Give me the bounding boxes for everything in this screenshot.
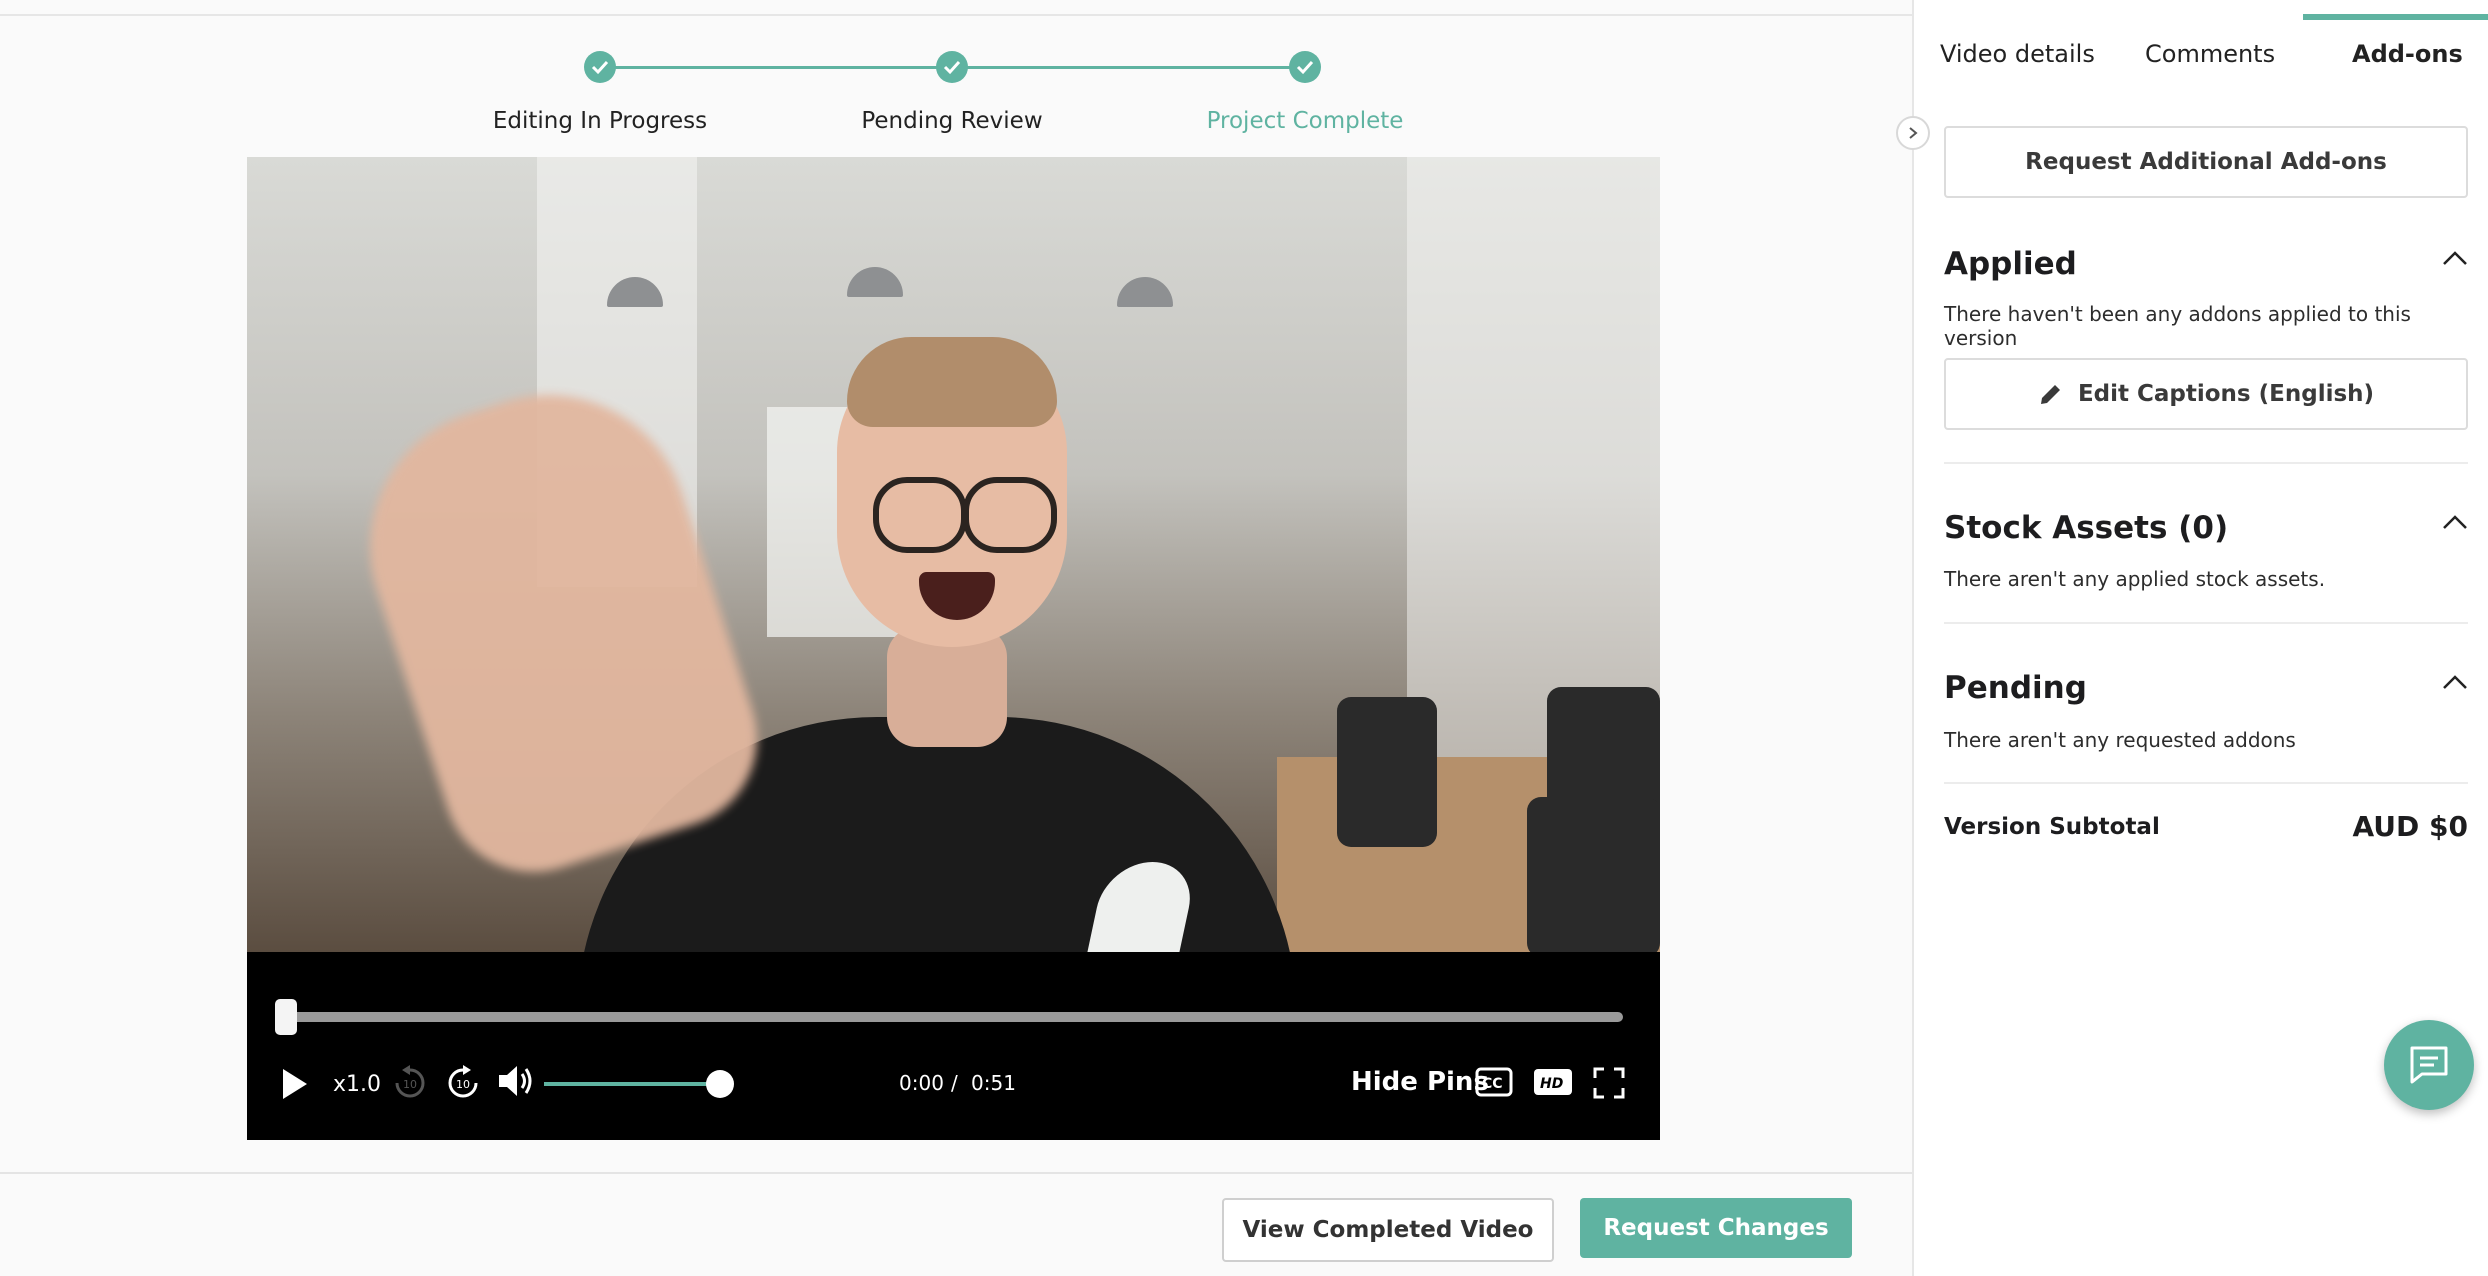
volume-icon[interactable] bbox=[497, 1063, 537, 1103]
volume-handle[interactable] bbox=[706, 1070, 734, 1098]
pending-section-title: Pending bbox=[1944, 670, 2087, 706]
edit-captions-label: Edit Captions (English) bbox=[2077, 381, 2375, 407]
chevron-up-icon[interactable] bbox=[2442, 250, 2468, 270]
step-connector bbox=[954, 66, 1304, 69]
tab-comments[interactable]: Comments bbox=[2145, 40, 2275, 68]
time-separator: / bbox=[951, 1071, 958, 1095]
section-divider bbox=[1944, 782, 2468, 784]
applied-empty-text: There haven't been any addons applied to… bbox=[1944, 302, 2411, 350]
chevron-up-icon[interactable] bbox=[2442, 514, 2468, 534]
edit-captions-button[interactable]: Edit Captions (English) bbox=[1944, 358, 2468, 430]
svg-text:10: 10 bbox=[403, 1078, 417, 1091]
stock-assets-empty-text: There aren't any applied stock assets. bbox=[1944, 567, 2326, 591]
stock-assets-title: Stock Assets (0) bbox=[1944, 510, 2229, 546]
section-divider bbox=[1944, 462, 2468, 464]
view-completed-video-button[interactable]: View Completed Video bbox=[1222, 1198, 1554, 1262]
section-divider bbox=[1944, 622, 2468, 624]
rewind-10-icon[interactable]: 10 bbox=[392, 1065, 428, 1105]
applied-section-title: Applied bbox=[1944, 246, 2077, 282]
hide-pins-button[interactable]: Hide Pins bbox=[1351, 1067, 1489, 1097]
captions-icon[interactable]: CC bbox=[1475, 1067, 1513, 1101]
version-subtotal-label: Version Subtotal bbox=[1944, 814, 2160, 840]
step-label-editing: Editing In Progress bbox=[492, 108, 708, 134]
check-icon bbox=[584, 51, 616, 83]
hd-icon[interactable]: HD bbox=[1533, 1067, 1573, 1101]
step-connector bbox=[600, 66, 954, 69]
duration: 0:51 bbox=[971, 1071, 1016, 1095]
fullscreen-icon[interactable] bbox=[1593, 1067, 1625, 1103]
chat-button[interactable] bbox=[2384, 1020, 2474, 1110]
step-label-pending-review: Pending Review bbox=[861, 108, 1043, 134]
player-controls-overlay: x1.0 10 10 0:00 / 0:51 Hide Pins CC HD bbox=[247, 157, 1660, 1140]
main-area: Editing In Progress Pending Review Proje… bbox=[0, 0, 1912, 1276]
check-icon bbox=[936, 51, 968, 83]
step-label-project-complete: Project Complete bbox=[1206, 108, 1404, 134]
pencil-icon bbox=[2040, 385, 2060, 404]
chat-icon bbox=[2410, 1046, 2448, 1084]
seek-handle[interactable] bbox=[275, 999, 297, 1035]
tab-add-ons[interactable]: Add-ons bbox=[2352, 40, 2463, 68]
footer-divider bbox=[0, 1172, 1912, 1174]
version-subtotal-value: AUD $0 bbox=[2352, 810, 2469, 843]
tab-video-details[interactable]: Video details bbox=[1940, 40, 2095, 68]
active-tab-indicator bbox=[2303, 14, 2488, 20]
progress-stepper: Editing In Progress Pending Review Proje… bbox=[0, 0, 1912, 150]
pending-empty-text: There aren't any requested addons bbox=[1944, 728, 2296, 752]
play-icon[interactable] bbox=[281, 1067, 309, 1105]
volume-slider[interactable] bbox=[544, 1082, 724, 1086]
svg-text:HD: HD bbox=[1540, 1076, 1563, 1092]
request-changes-button[interactable]: Request Changes bbox=[1580, 1198, 1852, 1258]
current-time: 0:00 bbox=[899, 1071, 944, 1095]
collapse-sidebar-button[interactable] bbox=[1896, 116, 1930, 150]
svg-text:10: 10 bbox=[456, 1078, 470, 1091]
svg-text:CC: CC bbox=[1482, 1076, 1503, 1092]
chevron-up-icon[interactable] bbox=[2442, 674, 2468, 694]
chevron-right-icon bbox=[1909, 127, 1918, 139]
request-additional-addons-button[interactable]: Request Additional Add-ons bbox=[1944, 126, 2468, 198]
forward-10-icon[interactable]: 10 bbox=[445, 1065, 481, 1105]
check-icon bbox=[1289, 51, 1321, 83]
seek-bar[interactable] bbox=[285, 1012, 1623, 1022]
playback-speed[interactable]: x1.0 bbox=[333, 1072, 381, 1097]
